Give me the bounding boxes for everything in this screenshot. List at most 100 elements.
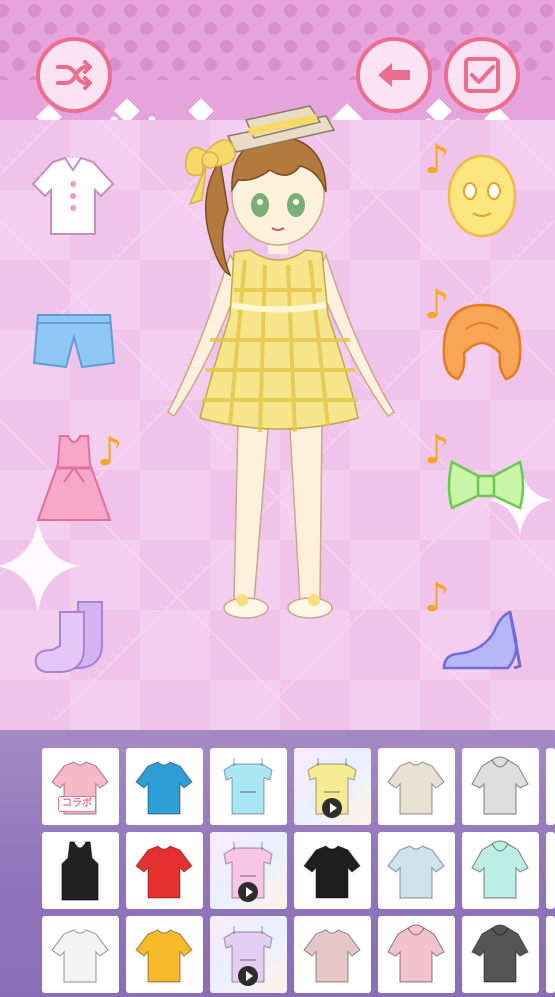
banner-dot (28, 4, 41, 17)
banner-dot (12, 22, 25, 35)
arrow-left-icon (378, 63, 410, 87)
cyan-offshoulder-top-icon (223, 758, 273, 815)
mint-hoodie-icon (471, 840, 529, 899)
black-tank-top-icon (61, 841, 99, 901)
banner-dot (28, 40, 41, 53)
shuffle-icon (56, 60, 92, 90)
heel-shoe-icon (442, 610, 522, 670)
category-shoes-button[interactable] (436, 590, 528, 682)
pink-gray-shirt-icon (303, 929, 361, 983)
banner-dot (476, 4, 489, 17)
blouse-icon (31, 156, 115, 235)
bow-icon (447, 460, 525, 510)
banner-dot (12, 58, 25, 71)
category-accessory-button[interactable] (440, 440, 532, 532)
item-tile[interactable] (294, 748, 371, 825)
item-tile[interactable] (378, 916, 455, 993)
doll-character (167, 105, 396, 619)
banner-dot (316, 40, 329, 53)
item-tile[interactable] (462, 832, 539, 909)
banner-dot (108, 22, 121, 35)
beige-shirt-icon (387, 761, 445, 815)
hair-icon (442, 303, 522, 381)
collab-badge: コラボ (58, 796, 96, 812)
banner-dot (236, 58, 249, 71)
shuffle-button[interactable] (36, 37, 112, 113)
banner-dot (76, 22, 89, 35)
banner-dot (396, 22, 409, 35)
face-icon (447, 154, 517, 238)
item-tile[interactable] (42, 916, 119, 993)
banner-dot (252, 40, 265, 53)
blue-shirt-icon (135, 761, 193, 815)
confirm-button[interactable] (444, 37, 520, 113)
item-tile[interactable] (210, 748, 287, 825)
item-tile[interactable] (126, 832, 203, 909)
banner-dot (492, 22, 505, 35)
category-face-button[interactable] (436, 150, 528, 242)
banner-dot (236, 22, 249, 35)
banner-dot (0, 40, 9, 53)
banner-dot (284, 40, 297, 53)
banner-dot (524, 22, 537, 35)
pink-sweater-icon (51, 761, 109, 815)
banner-dot (220, 4, 233, 17)
banner-dot (332, 22, 345, 35)
banner-dot (364, 22, 377, 35)
category-tops-button[interactable] (27, 150, 119, 242)
banner-dot (412, 4, 425, 17)
item-tile-partial[interactable] (546, 748, 555, 825)
category-socks-button[interactable] (28, 590, 120, 682)
gray-hoodie-icon (471, 756, 529, 815)
item-tile[interactable] (210, 916, 287, 993)
category-hair-button[interactable] (436, 295, 528, 387)
item-tile-partial[interactable] (546, 916, 555, 993)
item-tile[interactable] (42, 832, 119, 909)
banner-dot (140, 22, 153, 35)
banner-dot (252, 4, 265, 17)
banner-dot (172, 58, 185, 71)
banner-dot (156, 4, 169, 17)
banner-dot (268, 22, 281, 35)
banner-dot (60, 4, 73, 17)
category-bottoms-button[interactable] (28, 295, 120, 387)
item-tile[interactable] (462, 916, 539, 993)
item-tile-partial[interactable] (546, 832, 555, 909)
banner-dot (444, 4, 457, 17)
banner-dot (540, 4, 553, 17)
banner-dot (172, 22, 185, 35)
banner-dot (348, 4, 361, 17)
banner-dot (460, 22, 473, 35)
banner-dot (316, 4, 329, 17)
banner-dot (380, 4, 393, 17)
item-tile[interactable] (294, 916, 371, 993)
socks-icon (34, 601, 103, 673)
item-tile[interactable]: コラボ (42, 748, 119, 825)
banner-dot (124, 40, 137, 53)
item-tile[interactable] (294, 832, 371, 909)
banner-dot (156, 40, 169, 53)
item-tile[interactable] (378, 832, 455, 909)
banner-dot (188, 40, 201, 53)
music-note-icon: ♪ (97, 429, 123, 475)
item-tile[interactable] (462, 748, 539, 825)
banner-dot (0, 4, 9, 17)
item-tile[interactable] (126, 916, 203, 993)
banner-dot (188, 4, 201, 17)
item-tile[interactable] (126, 748, 203, 825)
yellow-shirt-icon (135, 929, 193, 983)
banner-dot (284, 4, 297, 17)
banner-dot (92, 4, 105, 17)
video-play-icon (238, 966, 258, 986)
video-play-icon (238, 882, 258, 902)
video-play-icon (322, 798, 342, 818)
banner-dot (348, 40, 361, 53)
item-tile[interactable] (378, 748, 455, 825)
white-shirt-icon (51, 929, 109, 983)
banner-dot (204, 22, 217, 35)
banner-dot (268, 58, 281, 71)
banner-dot (300, 22, 313, 35)
item-tile[interactable] (210, 832, 287, 909)
banner-dot (124, 4, 137, 17)
banner-dot (524, 58, 537, 71)
